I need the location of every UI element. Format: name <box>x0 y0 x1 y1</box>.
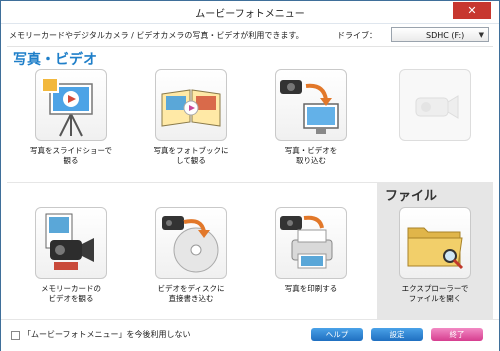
footer: 「ムービーフォトメニュー」を今後利用しない ヘルプ 設定 終了 <box>1 319 499 351</box>
photobook-item[interactable]: 写真をフォトブックに して観る <box>141 69 241 166</box>
drive-label: ドライブ： <box>337 31 377 40</box>
close-button[interactable]: ✕ <box>453 2 491 19</box>
slideshow-item[interactable]: 写真をスライドショーで 観る <box>21 69 121 166</box>
disabled-camera-item <box>385 69 485 146</box>
slideshow-label-1: 写真をスライドショーで <box>29 146 113 155</box>
print-label-1: 写真を印刷する <box>284 284 338 293</box>
chevron-down-icon: ▼ <box>478 31 484 39</box>
disc-icon <box>155 207 227 279</box>
import-item[interactable]: 写真・ビデオを 取り込む <box>261 69 361 166</box>
help-button[interactable]: ヘルプ <box>311 328 363 341</box>
disc-write-item[interactable]: ビデオをディスクに 直接書き込む <box>141 207 241 304</box>
import-icon <box>275 69 347 141</box>
explorer-item[interactable]: エクスプローラーで ファイルを開く <box>385 207 485 304</box>
video-camera-icon <box>35 207 107 279</box>
memory-card-video-item[interactable]: メモリーカードの ビデオを観る <box>21 207 121 304</box>
settings-button[interactable]: 設定 <box>371 328 423 341</box>
import-label-1: 写真・ビデオを <box>284 146 338 155</box>
explorer-label-2: ファイルを開く <box>408 294 462 303</box>
folder-icon <box>399 207 471 279</box>
dont-use-checkbox[interactable] <box>11 331 20 340</box>
section-title: 写真・ビデオ <box>13 52 97 68</box>
camera-icon <box>399 69 471 141</box>
title-bar: ムービーフォトメニュー ✕ <box>1 1 499 24</box>
photobook-icon <box>155 69 227 141</box>
row-divider <box>7 182 377 183</box>
slideshow-label-2: 観る <box>63 156 79 165</box>
photobook-label-2: して観る <box>176 156 206 165</box>
slideshow-icon <box>35 69 107 141</box>
panel-title: ファイル <box>385 189 438 204</box>
app-window: ムービーフォトメニュー ✕ メモリーカードやデジタルカメラ / ビデオカメラの写… <box>0 0 500 351</box>
explorer-label-1: エクスプローラーで <box>401 284 469 293</box>
printer-icon <box>275 207 347 279</box>
drive-select[interactable]: SDHC (F:) ▼ <box>391 27 489 42</box>
info-description: メモリーカードやデジタルカメラ / ビデオカメラの写真・ビデオが利用できます。 <box>9 31 304 40</box>
photobook-label-1: 写真をフォトブックに <box>153 146 229 155</box>
drive-value: SDHC (F:) <box>426 31 465 40</box>
memory-card-label-2: ビデオを観る <box>48 294 94 303</box>
info-row: メモリーカードやデジタルカメラ / ビデオカメラの写真・ビデオが利用できます。 … <box>1 24 499 46</box>
memory-card-label-1: メモリーカードの <box>41 284 101 293</box>
disc-label-2: 直接書き込む <box>168 294 214 303</box>
main-content: 写真・ビデオ ファイル 写真をスライドショーで 観る 写真をフォトブックに して… <box>7 46 493 319</box>
dont-use-label: 「ムービーフォトメニュー」を今後利用しない <box>23 330 191 339</box>
window-title: ムービーフォトメニュー <box>195 9 305 20</box>
disc-label-1: ビデオをディスクに <box>157 284 225 293</box>
exit-button[interactable]: 終了 <box>431 328 483 341</box>
import-label-2: 取り込む <box>296 156 326 165</box>
print-item[interactable]: 写真を印刷する <box>261 207 361 294</box>
